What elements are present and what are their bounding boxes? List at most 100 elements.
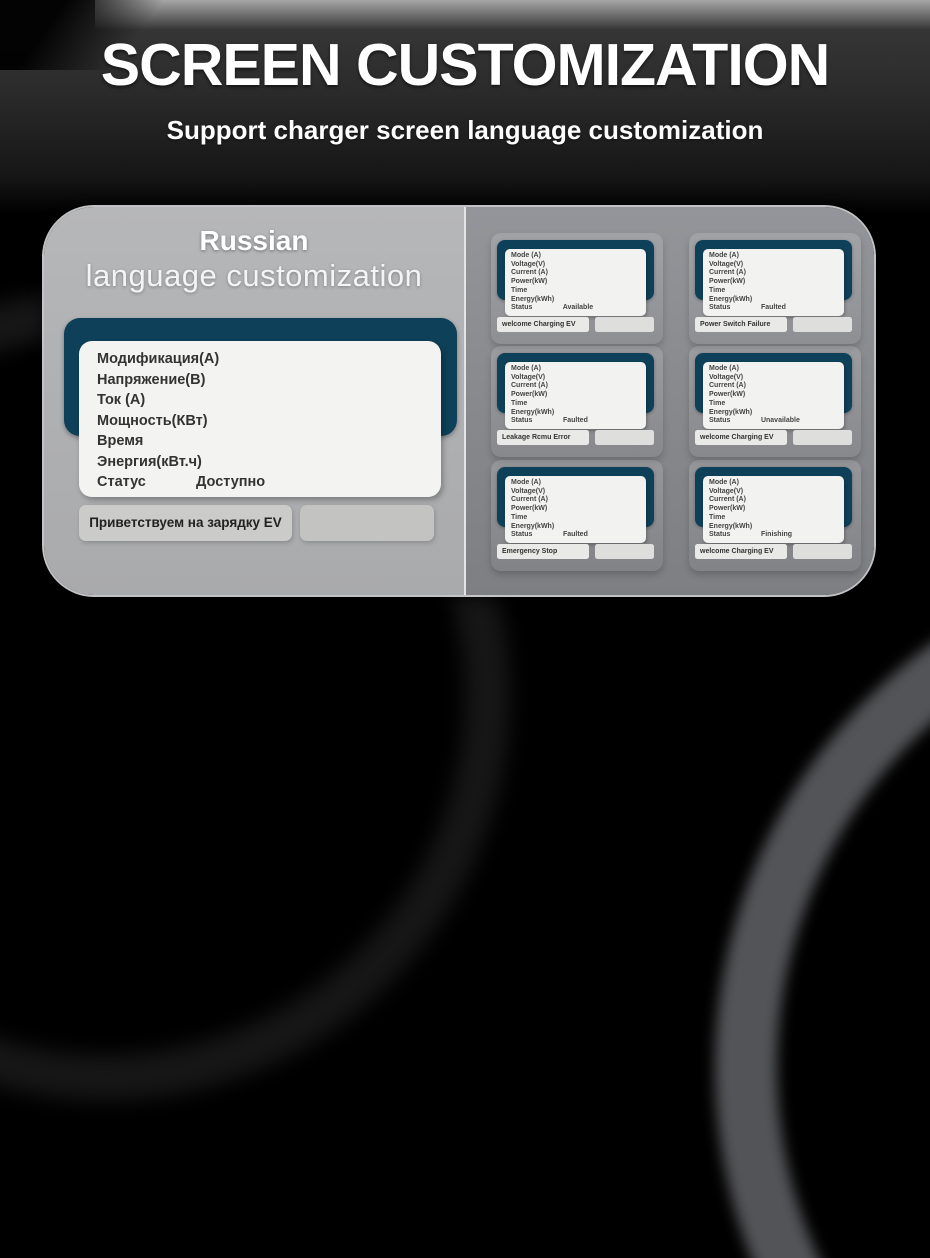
background-top-sheen xyxy=(95,0,930,30)
mini-status-label: Status xyxy=(511,531,561,540)
big-screen-row: Время xyxy=(97,431,427,452)
mini-footer-message-bar: welcome Charging EV xyxy=(695,544,787,559)
right-panel: Mode (A) Voltage(V) Current (A) Power(kW… xyxy=(466,207,874,595)
mini-screen-row: Voltage(V) xyxy=(511,374,641,383)
mini-screen-card: Mode (A) Voltage(V) Current (A) Power(kW… xyxy=(703,476,844,543)
mini-footer-empty-bar xyxy=(793,317,852,332)
mini-footer-empty-bar xyxy=(793,544,852,559)
mini-screen-row: Voltage(V) xyxy=(511,488,641,497)
mini-screen-5: Mode (A) Voltage(V) Current (A) Power(kW… xyxy=(497,467,655,560)
mini-status-value: Unavailable xyxy=(761,417,800,424)
language-heading-line2: language customization xyxy=(44,258,464,294)
mini-screen-row: Time xyxy=(709,400,839,409)
page-title: SCREEN CUSTOMIZATION xyxy=(0,36,930,95)
mini-footer-message-bar: welcome Charging EV xyxy=(497,317,589,332)
mini-status-label: Status xyxy=(511,417,561,426)
mini-screen-row: Power(kW) xyxy=(511,391,641,400)
mini-screen-card: Mode (A) Voltage(V) Current (A) Power(kW… xyxy=(505,362,646,429)
mini-screen-row: Voltage(V) xyxy=(709,261,839,270)
mini-status-row: Status Finishing xyxy=(709,531,839,540)
background-swoosh-bottom-right xyxy=(715,545,930,1258)
mini-status-value: Faulted xyxy=(563,417,588,424)
big-status-value: Доступно xyxy=(196,474,265,490)
mini-screen-2: Mode (A) Voltage(V) Current (A) Power(kW… xyxy=(695,240,853,333)
mini-screen-card: Mode (A) Voltage(V) Current (A) Power(kW… xyxy=(505,476,646,543)
big-screen-footer-bars: Приветствуем на зарядку EV xyxy=(79,505,434,541)
mini-status-row: Status Unavailable xyxy=(709,417,839,426)
big-status-row: Статус Доступно xyxy=(97,472,427,493)
big-screen-card: Модификация(А) Напряжение(В) Ток (А) Мощ… xyxy=(79,341,441,497)
mini-screen-row: Mode (A) xyxy=(511,479,641,488)
mini-status-value: Faulted xyxy=(761,304,786,311)
mini-screen-4: Mode (A) Voltage(V) Current (A) Power(kW… xyxy=(695,353,853,446)
big-screen-row: Модификация(А) xyxy=(97,349,427,370)
mini-screen-row: Power(kW) xyxy=(709,391,839,400)
mini-screen-1: Mode (A) Voltage(V) Current (A) Power(kW… xyxy=(497,240,655,333)
mini-screen-card: Mode (A) Voltage(V) Current (A) Power(kW… xyxy=(703,362,844,429)
mini-footer-bars: welcome Charging EV xyxy=(497,317,654,332)
mini-footer-empty-bar xyxy=(595,544,654,559)
mini-screen-row: Current (A) xyxy=(709,382,839,391)
mini-screen-row: Mode (A) xyxy=(511,365,641,374)
mini-footer-empty-bar xyxy=(793,430,852,445)
mini-screen-row: Current (A) xyxy=(511,496,641,505)
mini-screen-row: Energy(kWh) xyxy=(709,409,839,418)
mini-screen-row: Current (A) xyxy=(511,269,641,278)
mini-screen-row: Current (A) xyxy=(709,269,839,278)
mini-screen-row: Energy(kWh) xyxy=(511,523,641,532)
mini-screen-row: Energy(kWh) xyxy=(511,296,641,305)
mini-screen-row: Mode (A) xyxy=(709,479,839,488)
mini-screen-row: Energy(kWh) xyxy=(709,523,839,532)
mini-screen-row: Time xyxy=(511,400,641,409)
mini-footer-bars: Leakage Rcmu Error xyxy=(497,430,654,445)
mini-screen-row: Time xyxy=(709,287,839,296)
mini-status-label: Status xyxy=(709,531,759,540)
language-heading-line1: Russian xyxy=(44,225,464,257)
mini-status-value: Available xyxy=(563,304,593,311)
mini-footer-bars: welcome Charging EV xyxy=(695,430,852,445)
mini-screen-6: Mode (A) Voltage(V) Current (A) Power(kW… xyxy=(695,467,853,560)
left-panel: Russian language customization Модификац… xyxy=(44,207,464,595)
mini-screen-row: Time xyxy=(709,514,839,523)
mini-screen-row: Current (A) xyxy=(511,382,641,391)
mini-footer-empty-bar xyxy=(595,430,654,445)
mini-status-label: Status xyxy=(511,304,561,313)
mini-screen-row: Voltage(V) xyxy=(709,374,839,383)
mini-status-row: Status Faulted xyxy=(511,417,641,426)
big-footer-message-bar: Приветствуем на зарядку EV xyxy=(79,505,292,541)
mini-footer-bars: welcome Charging EV xyxy=(695,544,852,559)
mini-screen-row: Mode (A) xyxy=(709,252,839,261)
big-screen-row: Энергия(кВт.ч) xyxy=(97,452,427,473)
mini-status-label: Status xyxy=(709,304,759,313)
mini-footer-bars: Power Switch Failure xyxy=(695,317,852,332)
mini-screen-row: Voltage(V) xyxy=(511,261,641,270)
big-status-label: Статус xyxy=(97,472,192,493)
big-screen-row: Мощность(КВт) xyxy=(97,411,427,432)
mini-screen-row: Energy(kWh) xyxy=(709,296,839,305)
mini-footer-message-bar: Leakage Rcmu Error xyxy=(497,430,589,445)
mini-status-value: Faulted xyxy=(563,531,588,538)
mini-screen-row: Power(kW) xyxy=(511,278,641,287)
mini-footer-message-bar: Power Switch Failure xyxy=(695,317,787,332)
mini-screen-row: Voltage(V) xyxy=(709,488,839,497)
mini-footer-bars: Emergency Stop xyxy=(497,544,654,559)
mini-screen-row: Time xyxy=(511,514,641,523)
mini-status-label: Status xyxy=(709,417,759,426)
mini-screen-row: Power(kW) xyxy=(709,505,839,514)
main-panel: Russian language customization Модификац… xyxy=(42,205,876,597)
mini-screen-card: Mode (A) Voltage(V) Current (A) Power(kW… xyxy=(505,249,646,316)
mini-screen-card: Mode (A) Voltage(V) Current (A) Power(kW… xyxy=(703,249,844,316)
mini-status-row: Status Faulted xyxy=(709,304,839,313)
mini-footer-message-bar: welcome Charging EV xyxy=(695,430,787,445)
mini-screen-row: Time xyxy=(511,287,641,296)
mini-screen-3: Mode (A) Voltage(V) Current (A) Power(kW… xyxy=(497,353,655,446)
mini-screen-row: Power(kW) xyxy=(511,505,641,514)
page-subtitle: Support charger screen language customiz… xyxy=(0,116,930,145)
mini-footer-empty-bar xyxy=(595,317,654,332)
mini-screen-row: Energy(kWh) xyxy=(511,409,641,418)
mini-screen-row: Current (A) xyxy=(709,496,839,505)
big-screen-row: Ток (А) xyxy=(97,390,427,411)
mini-screen-row: Mode (A) xyxy=(511,252,641,261)
mini-status-value: Finishing xyxy=(761,531,792,538)
mini-screen-row: Power(kW) xyxy=(709,278,839,287)
